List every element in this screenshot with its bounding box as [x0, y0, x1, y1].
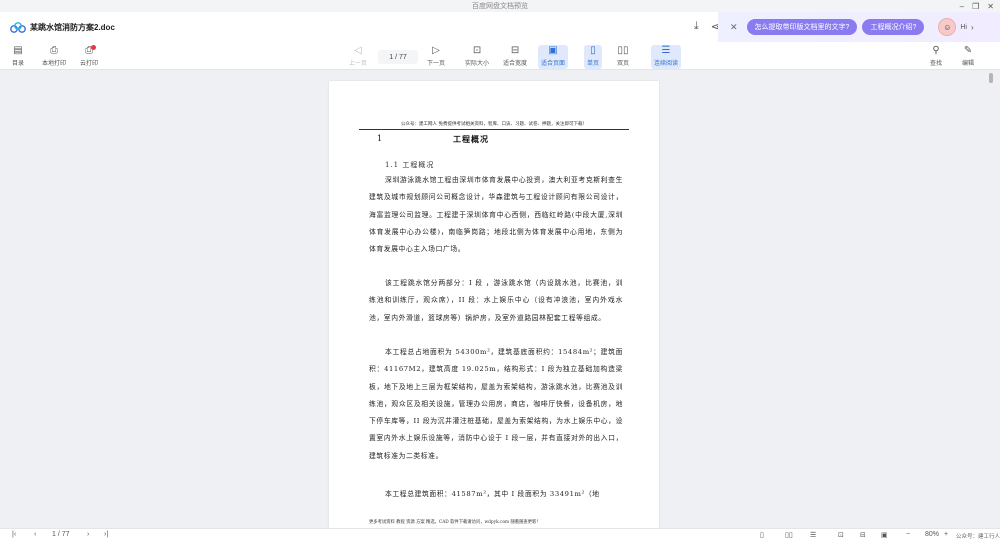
watermark-text: 公众号：建工行人 [956, 534, 1000, 540]
actual-size-icon[interactable]: ⊡ [838, 531, 844, 539]
fit-width-button[interactable]: ⊟ 适合宽度 [503, 45, 527, 69]
cloud-print-button[interactable]: ⎙ 云打印 [80, 45, 98, 69]
window-titlebar: 百度网盘文档预览 – ❐ ✕ [0, 0, 1000, 12]
actual-size-button[interactable]: ⊡ 实际大小 [465, 45, 489, 69]
chapter-title: 工程概况 [453, 134, 489, 144]
vertical-scrollbar[interactable] [988, 71, 996, 528]
prev-page-icon[interactable]: ‹ [34, 531, 36, 538]
page-footer: 更多考试资料 教程 资源 方案 精选，CAD 软件下载请访问，wdpyk.com… [369, 520, 541, 525]
double-page-icon[interactable]: ▯▯ [785, 531, 793, 539]
edit-label: 编辑 [962, 61, 975, 67]
continuous-icon[interactable]: ☰ [810, 531, 816, 539]
fit-page-icon[interactable]: ▣ [881, 531, 888, 539]
fit-width-icon[interactable]: ⊟ [860, 531, 866, 539]
double-page-icon: ▯▯ [617, 45, 629, 56]
cloud-print-label: 云打印 [80, 61, 99, 67]
section-heading: 1.1 工程概况 [385, 161, 435, 169]
header-actions: ⤓ ⋖ [694, 20, 720, 33]
fit-width-label: 适合宽度 [503, 61, 528, 67]
pencil-icon: ✎ [963, 45, 973, 56]
page-header: 公众号：建工网人 免费提供考试相关资料，智库、口诀、习题、试卷、押题，关注即可下… [359, 121, 629, 130]
assistant-greeting[interactable]: Hi [960, 24, 967, 31]
chapter-number: 1 [377, 134, 383, 143]
ai-assistant-bar: ✕ 怎么提取带印版文档里的文字? 工程概况介绍? ☺ Hi › [718, 12, 1000, 42]
local-print-label: 本地打印 [42, 61, 67, 67]
arrow-left-circle-icon: ◁ [354, 45, 362, 56]
page-indicator: 1 / 77 [389, 53, 407, 61]
first-page-icon[interactable]: |‹ [12, 531, 16, 538]
fit-page-label: 适合页面 [541, 61, 566, 67]
actual-size-icon: ⊡ [472, 45, 482, 56]
ai-suggestion-button[interactable]: 怎么提取带印版文档里的文字? [746, 19, 858, 35]
last-page-icon[interactable]: ›| [104, 531, 108, 538]
zoom-out-icon[interactable]: − [906, 531, 910, 538]
viewer-toolbar: ▤ 目录 ⎙ 本地打印 ⎙ 云打印 ◁ 上一页 ▷ 下一页 ⊡ 实际大小 ⊟ 适… [0, 42, 1000, 70]
cloud-printer-icon: ⎙ [85, 45, 96, 58]
download-icon[interactable]: ⤓ [694, 20, 699, 33]
window-title: 百度网盘文档预览 [472, 3, 528, 10]
assistant-avatar[interactable]: ☺ [938, 18, 957, 36]
document-viewport[interactable]: 公众号：建工网人 免费提供考试相关资料，智库、口诀、习题、试卷、押题，关注即可下… [0, 71, 990, 528]
maximize-icon[interactable]: ❐ [972, 2, 979, 11]
single-page-icon[interactable]: ▯ [760, 531, 764, 539]
edit-button[interactable]: ✎ 编辑 [962, 45, 974, 69]
double-page-label: 双页 [617, 61, 630, 67]
continuous-read-icon: ☰ [661, 45, 671, 56]
fit-page-button[interactable]: ▣ 适合页面 [538, 45, 569, 69]
actual-size-label: 实际大小 [465, 61, 490, 67]
continuous-read-button[interactable]: ☰ 连续阅读 [651, 45, 682, 69]
page-number-input[interactable]: 1 / 77 [378, 50, 418, 64]
document-title: 某跳水馆消防方案2.doc [30, 22, 115, 32]
status-bar: |‹ ‹ 1 / 77 › ›| ▯ ▯▯ ☰ ⊡ ⊟ ▣ − 80% + 公众… [0, 528, 1000, 541]
window-controls: – ❐ ✕ [960, 0, 994, 12]
local-print-button[interactable]: ⎙ 本地打印 [42, 45, 66, 69]
single-page-label: 单页 [587, 61, 600, 67]
single-page-button[interactable]: ▯ 单页 [584, 45, 603, 69]
status-page-indicator: 1 / 77 [52, 531, 70, 538]
notification-dot [91, 45, 96, 50]
catalog-button[interactable]: ▤ 目录 [12, 45, 24, 69]
scrollbar-thumb[interactable] [989, 73, 993, 83]
single-page-icon: ▯ [590, 45, 596, 56]
paragraph: 深圳游泳跳水馆工程由深圳市体育发展中心投资，澳大利亚考克斯利查生建筑及城市规划顾… [369, 176, 623, 254]
fit-page-icon: ▣ [548, 45, 558, 56]
printer-icon: ⎙ [50, 45, 58, 56]
arrow-right-circle-icon: ▷ [432, 45, 440, 56]
next-page-button[interactable]: ▷ 下一页 [427, 45, 445, 69]
paragraph: 本工程总占地面积为 54300m²，建筑基底面积约：15484m²；建筑面积：4… [369, 348, 623, 460]
chevron-right-icon[interactable]: › [971, 23, 974, 32]
minimize-icon[interactable]: – [960, 2, 964, 11]
fit-width-icon: ⊟ [510, 45, 520, 56]
search-button[interactable]: ⚲ 查找 [930, 45, 942, 69]
next-page-icon[interactable]: › [87, 531, 89, 538]
baidu-netdisk-logo-icon [10, 21, 26, 33]
zoom-in-icon[interactable]: + [944, 531, 948, 538]
prev-page-button[interactable]: ◁ 上一页 [349, 45, 367, 69]
double-page-button[interactable]: ▯▯ 双页 [617, 45, 629, 69]
search-label: 查找 [930, 61, 943, 67]
catalog-icon: ▤ [13, 45, 23, 56]
paragraph: 该工程跳水馆分两部分：I 段 ，游泳跳水馆（内设跳水池，比赛池，训练池和训练厅，… [369, 279, 623, 322]
prev-page-label: 上一页 [349, 61, 368, 67]
document-page: 公众号：建工网人 免费提供考试相关资料，智库、口诀、习题、试卷、押题，关注即可下… [329, 81, 659, 528]
paragraph: 本工程总建筑面积：41587m²，其中 I 段面积为 33491m²（地 [385, 490, 600, 498]
next-page-label: 下一页 [427, 61, 446, 67]
close-icon[interactable]: ✕ [730, 22, 738, 33]
ai-suggestion-button[interactable]: 工程概况介绍? [862, 19, 925, 35]
catalog-label: 目录 [12, 61, 25, 67]
continuous-read-label: 连续阅读 [654, 61, 679, 67]
zoom-level: 80% [925, 531, 940, 538]
search-icon: ⚲ [932, 45, 940, 56]
close-icon[interactable]: ✕ [987, 2, 994, 11]
